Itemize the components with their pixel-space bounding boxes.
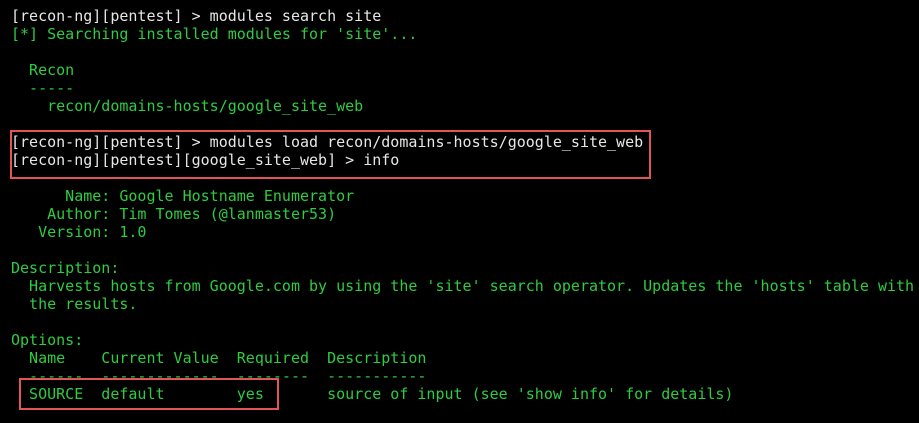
terminal-line: Name Current Value Required Description [11,349,427,367]
terminal-line: ----- [11,79,75,97]
terminal-line: recon/domains-hosts/google_site_web [11,97,364,115]
terminal-window[interactable]: [recon-ng][pentest] > modules search sit… [0,0,919,423]
highlight-box-commands [10,130,651,179]
terminal-line: Version: 1.0 [11,223,147,241]
terminal-line: Name: Google Hostname Enumerator [11,187,355,205]
terminal-line: [recon-ng][pentest] > modules search sit… [11,7,382,25]
terminal-line: [*] Searching installed modules for 'sit… [11,25,418,43]
terminal-line: Description: [11,259,120,277]
terminal-line: Harvests hosts from Google.com by using … [11,277,915,295]
terminal-line: Options: [11,331,84,349]
terminal-line: Author: Tim Tomes (@lanmaster53) [11,205,337,223]
terminal-line: the results. [11,295,138,313]
terminal-line: Recon [11,61,75,79]
highlight-box-source-option [19,378,279,410]
